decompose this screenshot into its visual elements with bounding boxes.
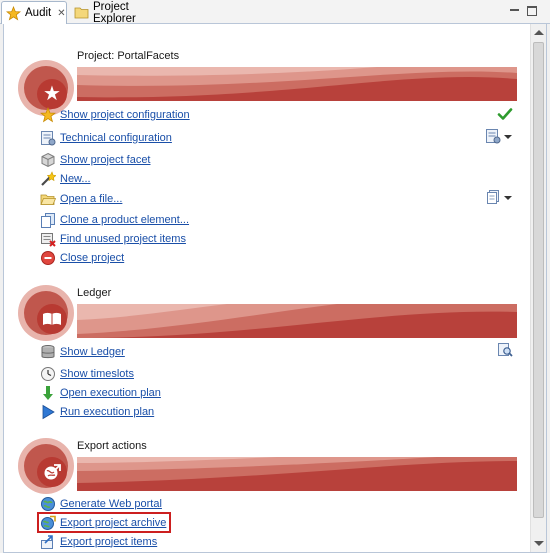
clock-icon	[40, 366, 56, 382]
tab-project-explorer[interactable]: Project Explorer	[72, 0, 172, 25]
link-label[interactable]: Find unused project items	[60, 233, 186, 245]
checkmark-icon	[497, 106, 513, 122]
audit-panel: Project: PortalFacets ★ Show project con…	[3, 24, 547, 553]
show-project-facet-link[interactable]: Show project facet	[40, 151, 151, 168]
section-title: Export actions	[77, 440, 147, 452]
section-banner	[77, 67, 517, 101]
open-file-dropdown-button[interactable]	[485, 189, 512, 208]
link-label[interactable]: Show project facet	[60, 154, 151, 166]
export-badge	[18, 438, 74, 494]
chevron-down-icon	[504, 135, 512, 139]
ledger-badge	[18, 285, 74, 341]
clone-icon	[40, 212, 56, 228]
export-items-icon	[40, 534, 56, 550]
link-label[interactable]: Technical configuration	[60, 132, 172, 144]
section-banner	[77, 304, 517, 338]
config-icon	[40, 130, 56, 146]
section-title: Project: PortalFacets	[77, 50, 180, 62]
globe-export-icon	[40, 515, 56, 531]
folder-open-icon	[40, 191, 57, 207]
link-label[interactable]: Export project archive	[60, 517, 166, 529]
open-execution-plan-link[interactable]: Open execution plan	[40, 384, 161, 401]
maximize-icon[interactable]	[527, 6, 537, 16]
cube-icon	[40, 152, 56, 168]
chevron-down-icon	[504, 196, 512, 200]
arrow-down-icon	[40, 385, 56, 401]
close-circle-icon	[40, 250, 56, 266]
show-timeslots-link[interactable]: Show timeslots	[40, 365, 134, 382]
database-icon	[40, 344, 56, 360]
link-label[interactable]: Clone a product element...	[60, 214, 189, 226]
open-a-file-link[interactable]: Open a file...	[40, 190, 122, 207]
link-label[interactable]: Open a file...	[60, 193, 122, 205]
find-unused-icon	[40, 231, 56, 247]
link-label[interactable]: Run execution plan	[60, 406, 154, 418]
documents-icon	[485, 189, 501, 208]
show-ledger-link[interactable]: Show Ledger	[40, 343, 125, 360]
book-icon	[37, 304, 67, 334]
play-icon	[40, 404, 56, 420]
tab-label: Audit	[25, 7, 52, 19]
minimize-icon[interactable]	[510, 6, 519, 11]
technical-configuration-link[interactable]: Technical configuration	[40, 129, 172, 146]
scroll-down-icon[interactable]	[534, 541, 544, 546]
run-execution-plan-link[interactable]: Run execution plan	[40, 403, 154, 420]
search-ledger-button[interactable]	[497, 342, 513, 361]
star-icon	[39, 106, 57, 123]
close-icon[interactable]: ✕	[57, 8, 65, 19]
find-unused-project-items-link[interactable]: Find unused project items	[40, 230, 186, 247]
globe-icon	[40, 496, 56, 512]
export-project-items-link[interactable]: Export project items	[40, 533, 157, 550]
vertical-scrollbar[interactable]	[530, 24, 546, 552]
link-label[interactable]: Open execution plan	[60, 387, 161, 399]
tab-audit[interactable]: Audit ✕	[1, 1, 67, 24]
search-icon	[497, 342, 513, 361]
link-label[interactable]: New...	[60, 173, 91, 185]
link-label[interactable]: Show Ledger	[60, 346, 125, 358]
clone-a-product-element-link[interactable]: Clone a product element...	[40, 211, 189, 228]
star-icon	[5, 5, 22, 21]
link-label[interactable]: Show timeslots	[60, 368, 134, 380]
tab-label: Project Explorer	[93, 0, 136, 25]
wand-icon	[40, 170, 57, 187]
scrollbar-thumb[interactable]	[533, 42, 544, 518]
editor-tab-bar: Audit ✕ Project Explorer	[0, 0, 550, 25]
link-label[interactable]: Show project configuration	[60, 109, 190, 121]
close-project-link[interactable]: Close project	[40, 249, 124, 266]
link-label[interactable]: Generate Web portal	[60, 498, 162, 510]
config-icon	[485, 128, 501, 147]
section-banner	[77, 457, 517, 491]
generate-web-portal-link[interactable]: Generate Web portal	[40, 495, 162, 512]
scroll-up-icon[interactable]	[534, 30, 544, 35]
link-label[interactable]: Export project items	[60, 536, 157, 548]
config-dropdown-button[interactable]	[485, 128, 512, 147]
show-project-configuration-link[interactable]: Show project configuration	[39, 106, 190, 123]
new-link[interactable]: New...	[40, 170, 91, 187]
section-title: Ledger	[77, 287, 112, 299]
export-icon	[37, 457, 67, 487]
export-project-archive-link[interactable]: Export project archive	[37, 512, 172, 533]
folder-icon	[74, 5, 89, 20]
star-icon: ★	[37, 79, 67, 109]
link-label[interactable]: Close project	[60, 252, 124, 264]
